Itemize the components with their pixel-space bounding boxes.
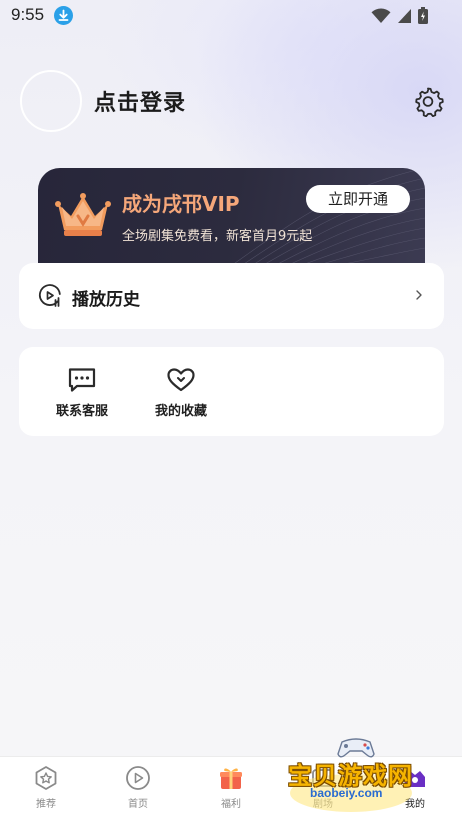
play-history-icon bbox=[39, 284, 61, 307]
contact-service-button[interactable]: 联系客服 bbox=[42, 367, 122, 419]
chevron-right-icon bbox=[416, 290, 422, 300]
tab-home-label: 首页 bbox=[128, 799, 148, 810]
status-time: 9:55 bbox=[11, 5, 45, 24]
tab-recommend-label: 推荐 bbox=[36, 799, 56, 810]
play-history-row[interactable]: 播放历史 bbox=[19, 263, 444, 329]
play-circle-icon bbox=[126, 766, 150, 790]
vip-title: 成为戌邗VIP bbox=[122, 192, 240, 216]
watermark-logo: 宝贝游戏网 baobeiy.com bbox=[284, 734, 434, 818]
favorites-label: 我的收藏 bbox=[154, 404, 207, 419]
vip-subtitle: 全场剧集免费看，新客首月9元起 bbox=[122, 229, 313, 244]
services-panel: 联系客服 我的收藏 bbox=[19, 347, 444, 436]
chat-icon bbox=[68, 368, 96, 392]
tab-recommend[interactable]: 推荐 bbox=[16, 765, 76, 810]
star-hexagon-icon bbox=[35, 766, 57, 790]
contact-service-label: 联系客服 bbox=[55, 404, 108, 419]
system-icons bbox=[371, 7, 428, 24]
signal-icon bbox=[398, 8, 411, 23]
heart-icon bbox=[167, 368, 195, 392]
settings-button[interactable] bbox=[412, 85, 444, 118]
login-link[interactable]: 点击登录 bbox=[94, 85, 186, 117]
open-vip-button[interactable]: 立即开通 bbox=[306, 185, 410, 213]
crown-icon bbox=[55, 193, 111, 236]
vip-banner[interactable]: 成为戌邗VIP 全场剧集免费看，新客首月9元起 立即开通 bbox=[38, 168, 425, 268]
tab-welfare[interactable]: 福利 bbox=[201, 765, 261, 810]
play-history-label: 播放历史 bbox=[72, 290, 140, 310]
tab-home[interactable]: 首页 bbox=[108, 765, 168, 810]
tab-welfare-label: 福利 bbox=[221, 799, 241, 810]
avatar[interactable] bbox=[20, 70, 82, 132]
status-bar: 9:55 bbox=[0, 0, 462, 30]
watermark-url: baobeiy.com bbox=[310, 786, 383, 800]
gift-icon bbox=[220, 768, 242, 789]
download-icon bbox=[54, 6, 73, 25]
gear-icon bbox=[415, 87, 444, 118]
battery-icon bbox=[418, 7, 428, 24]
favorites-button[interactable]: 我的收藏 bbox=[141, 367, 221, 419]
wifi-icon bbox=[371, 7, 391, 23]
